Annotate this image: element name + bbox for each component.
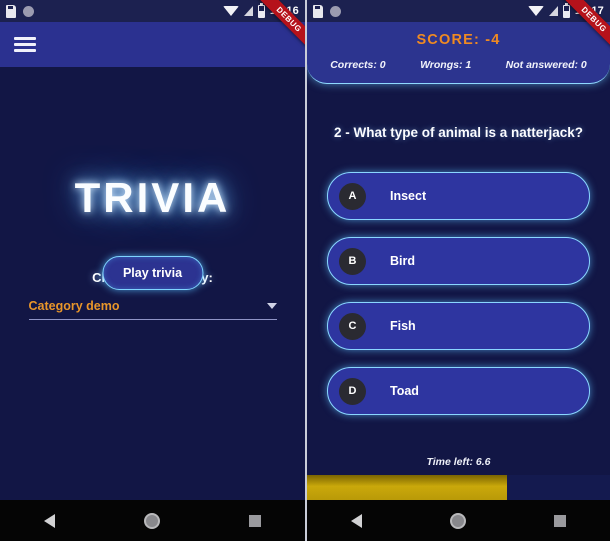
status-bar-clock: 10:17 [574,5,604,17]
score-card: SCORE: -4 Corrects: 0 Wrongs: 1 Not answ… [307,22,610,84]
answer-letter-badge: C [339,312,366,340]
stats-row: Corrects: 0 Wrongs: 1 Not answered: 0 [307,59,610,71]
hamburger-line [14,43,36,46]
home-content: TRIVIA Choose a category: Category demo … [0,67,305,500]
status-bar-left-icons [313,4,341,18]
back-triangle-icon[interactable] [44,513,56,528]
status-bar-right-icons: 10:17 [527,2,604,18]
signal-icon [548,6,558,16]
signal-icon [243,6,253,16]
answer-label: Bird [390,254,415,269]
home-circle-icon[interactable] [143,512,160,529]
timer-progress-fill [307,475,507,500]
hamburger-menu-icon[interactable] [14,34,36,56]
answer-label: Toad [390,384,419,399]
answer-option-c[interactable]: C Fish [327,302,590,351]
status-bar-right: 10:17 [307,0,610,22]
status-bar-left-icons [6,4,34,18]
circle-icon [330,5,341,17]
play-trivia-button[interactable]: Play trivia [101,256,204,290]
stat-not-answered: Not answered: 0 [505,59,587,71]
status-bar-left: 10:16 [0,0,305,22]
circle-icon [23,5,34,17]
stat-wrongs: Wrongs: 1 [420,59,472,71]
home-circle-icon[interactable] [450,512,466,529]
right-phone-screen: 10:17 DEBUG SCORE: -4 Corrects: 0 Wrongs… [305,0,610,541]
timer-section: Time left: 6.6 [307,456,610,500]
stat-corrects: Corrects: 0 [330,59,386,71]
page-title: TRIVIA [74,174,231,221]
category-dropdown[interactable]: Category demo [28,299,277,320]
answer-option-a[interactable]: A Insect [327,172,590,221]
timer-progress-track [307,475,610,500]
hamburger-line [14,37,36,40]
answer-letter-badge: A [339,182,366,210]
sd-card-icon [6,4,16,18]
wifi-icon [527,6,544,16]
recents-square-icon[interactable] [554,514,566,527]
battery-icon [257,2,265,18]
answer-label: Insect [390,189,427,204]
status-bar-right-icons: 10:16 [222,2,299,18]
dual-screenshot-container: 10:16 DEBUG TRIVIA Choose a category: Ca… [0,0,610,541]
answer-letter-badge: D [339,377,366,405]
app-bar-left [0,22,305,67]
hamburger-line [14,49,36,52]
status-bar-clock: 10:16 [269,5,299,17]
left-phone-screen: 10:16 DEBUG TRIVIA Choose a category: Ca… [0,0,305,541]
category-dropdown-value: Category demo [28,299,120,313]
battery-icon [562,2,570,18]
android-nav-bar-right [307,500,610,541]
answer-letter-badge: B [339,247,366,275]
answer-label: Fish [390,319,416,334]
android-nav-bar-left [0,500,305,541]
answer-option-d[interactable]: D Toad [327,367,590,416]
back-triangle-icon[interactable] [351,513,362,528]
sd-card-icon [313,4,323,18]
answer-option-b[interactable]: B Bird [327,237,590,286]
recents-square-icon[interactable] [248,514,261,527]
question-text: 2 - What type of animal is a natterjack? [333,125,584,140]
time-left-label: Time left: 6.6 [426,456,491,468]
quiz-content: SCORE: -4 Corrects: 0 Wrongs: 1 Not answ… [307,22,610,500]
score-label: SCORE: -4 [416,32,501,48]
chevron-down-icon [266,303,277,309]
answers-list: A Insect B Bird C Fish D Toad [307,172,610,416]
wifi-icon [222,6,239,16]
